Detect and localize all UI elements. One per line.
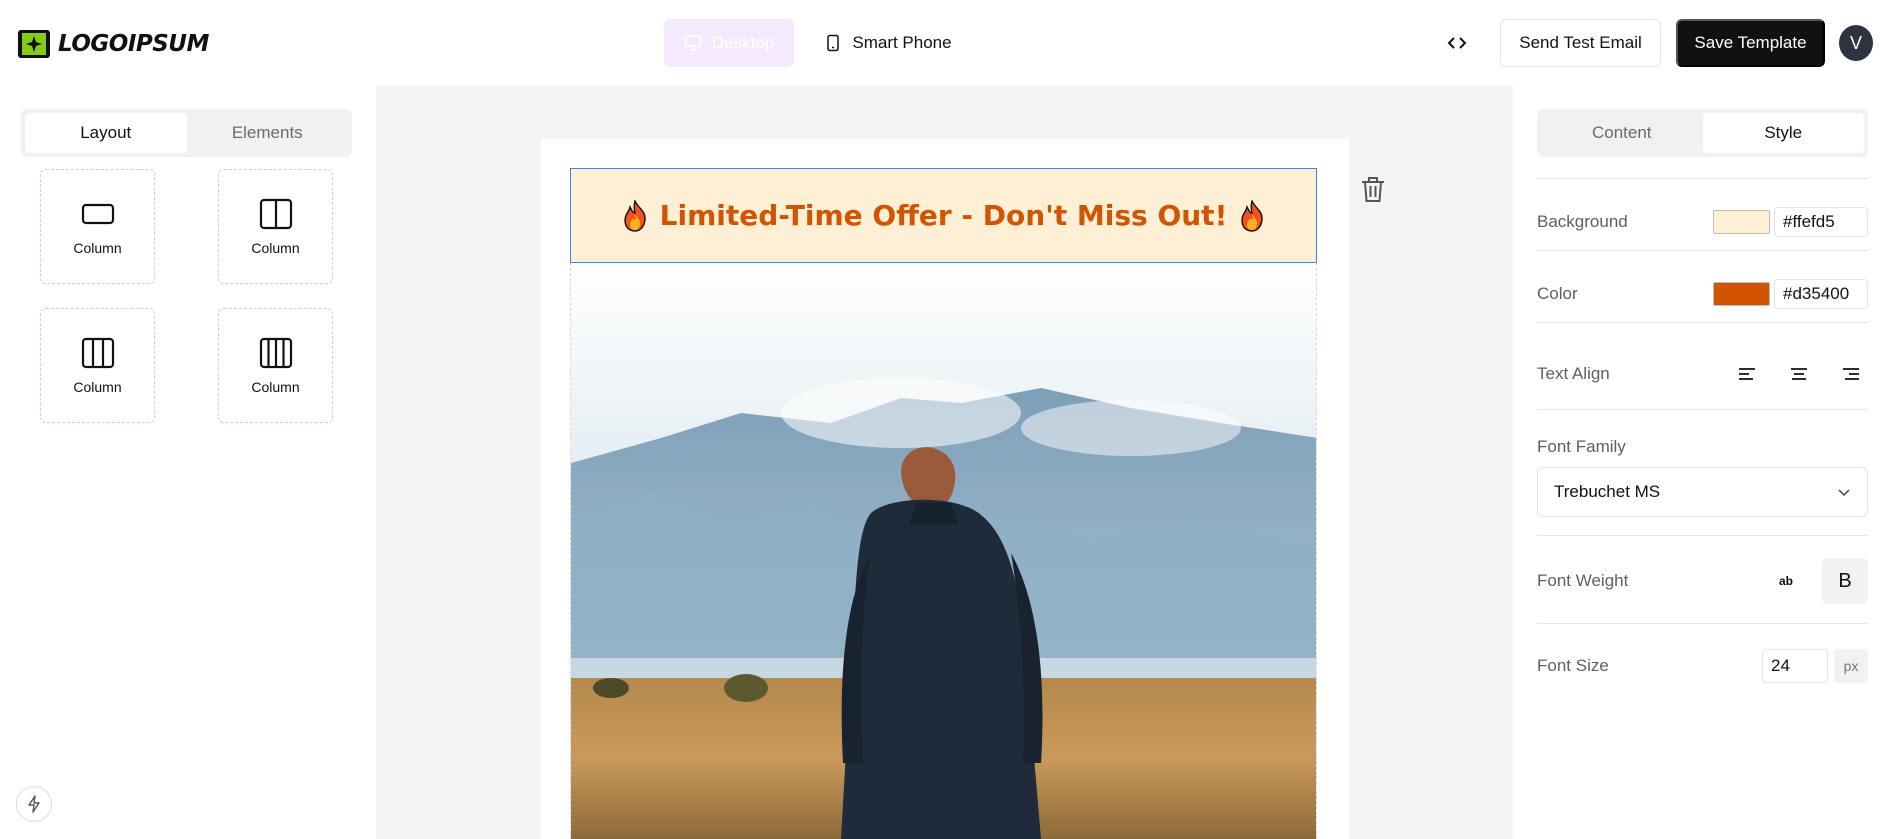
divider <box>1537 535 1868 536</box>
font-size-row: Font Size 24 px <box>1537 644 1868 688</box>
divider <box>1537 623 1868 624</box>
hero-image[interactable] <box>570 263 1317 839</box>
phone-icon <box>827 34 840 52</box>
text-align-row: Text Align <box>1537 352 1868 396</box>
layout-two-columns[interactable]: Column <box>218 169 333 284</box>
layout-label: Column <box>251 378 300 395</box>
four-columns-icon <box>259 337 292 368</box>
font-family-row: Font Family <box>1537 432 1868 462</box>
code-icon <box>1447 37 1467 49</box>
divider <box>1537 250 1868 251</box>
color-swatch[interactable] <box>1713 282 1770 306</box>
align-right-icon[interactable] <box>1840 365 1862 383</box>
font-weight-options: ab B <box>1776 558 1868 604</box>
tab-layout[interactable]: Layout <box>25 113 187 153</box>
text-align-label: Text Align <box>1537 364 1610 383</box>
background-picker: #ffefd5 <box>1713 207 1868 237</box>
right-panel: Content Style Background #ffefd5 Color #… <box>1513 86 1885 839</box>
layout-label: Column <box>251 239 300 256</box>
email-body: Limited-Time Offer - Don't Miss Out! <box>541 139 1349 839</box>
color-row: Color #d35400 <box>1537 272 1868 316</box>
chevron-down-icon <box>1838 489 1850 497</box>
desktop-button[interactable]: Desktop <box>664 19 795 67</box>
save-template-button[interactable]: Save Template <box>1676 19 1825 67</box>
tab-style[interactable]: Style <box>1702 113 1864 153</box>
fire-icon <box>1241 199 1264 232</box>
monitor-icon <box>684 35 702 51</box>
background-label: Background <box>1537 212 1628 231</box>
trash-icon <box>1362 177 1384 202</box>
one-column-icon <box>81 203 114 224</box>
font-weight-bold-button[interactable]: B <box>1822 558 1868 604</box>
font-family-value: Trebuchet MS <box>1554 482 1661 501</box>
font-weight-label: Font Weight <box>1537 571 1629 590</box>
font-weight-row: Font Weight ab B <box>1537 556 1868 606</box>
hero-image-graphic <box>571 263 1316 839</box>
font-size-unit: px <box>1834 649 1868 683</box>
divider <box>1537 322 1868 323</box>
background-swatch[interactable] <box>1713 210 1770 234</box>
two-columns-icon <box>259 198 292 229</box>
user-avatar[interactable]: V <box>1839 25 1873 61</box>
logo-text: LOGOIPSUM <box>58 31 209 57</box>
bolt-icon <box>28 795 40 813</box>
layout-one-column[interactable]: Column <box>40 169 155 284</box>
layout-label: Column <box>73 239 122 256</box>
logo[interactable]: LOGOIPSUM <box>16 28 209 60</box>
divider <box>1537 409 1868 410</box>
device-toggle: Desktop Smart Phone <box>664 19 972 67</box>
align-center-icon[interactable] <box>1788 365 1810 383</box>
delete-block-button[interactable] <box>1359 174 1387 204</box>
layout-label: Column <box>73 378 122 395</box>
left-panel: Layout Elements Column Column Column Col… <box>0 86 376 839</box>
background-row: Background #ffefd5 <box>1537 200 1868 244</box>
tab-content[interactable]: Content <box>1541 113 1703 153</box>
logo-mark-icon <box>18 30 50 58</box>
background-hex-input[interactable]: #ffefd5 <box>1774 207 1868 237</box>
send-test-email-button[interactable]: Send Test Email <box>1500 19 1661 67</box>
quick-action-button[interactable] <box>16 786 52 822</box>
smart-phone-label: Smart Phone <box>852 33 952 52</box>
font-weight-normal-button[interactable]: ab <box>1776 574 1796 588</box>
layout-three-columns[interactable]: Column <box>40 308 155 423</box>
layout-four-columns[interactable]: Column <box>218 308 333 423</box>
top-bar: LOGOIPSUM Desktop Smart Phone Send Test … <box>0 0 1885 86</box>
editor-canvas: Limited-Time Offer - Don't Miss Out! <box>376 86 1513 839</box>
three-columns-icon <box>81 337 114 368</box>
code-view-button[interactable] <box>1440 24 1474 62</box>
font-family-select[interactable]: Trebuchet MS <box>1537 467 1868 517</box>
font-size-control: 24 px <box>1762 649 1868 683</box>
color-label: Color <box>1537 284 1578 303</box>
left-tabs: Layout Elements <box>21 109 352 157</box>
font-family-label: Font Family <box>1537 437 1626 456</box>
color-hex-input[interactable]: #d35400 <box>1774 279 1868 309</box>
right-tabs: Content Style <box>1537 109 1868 157</box>
banner-text: Limited-Time Offer - Don't Miss Out! <box>659 199 1228 232</box>
offer-banner[interactable]: Limited-Time Offer - Don't Miss Out! <box>570 168 1317 263</box>
smart-phone-button[interactable]: Smart Phone <box>804 19 971 67</box>
divider <box>1537 178 1868 179</box>
font-size-input[interactable]: 24 <box>1762 649 1828 683</box>
desktop-label: Desktop <box>712 33 775 52</box>
fire-icon <box>623 199 646 232</box>
font-size-label: Font Size <box>1537 656 1609 675</box>
align-left-icon[interactable] <box>1736 365 1758 383</box>
text-align-options <box>1736 365 1862 383</box>
color-picker: #d35400 <box>1713 279 1868 309</box>
tab-elements[interactable]: Elements <box>187 113 349 153</box>
